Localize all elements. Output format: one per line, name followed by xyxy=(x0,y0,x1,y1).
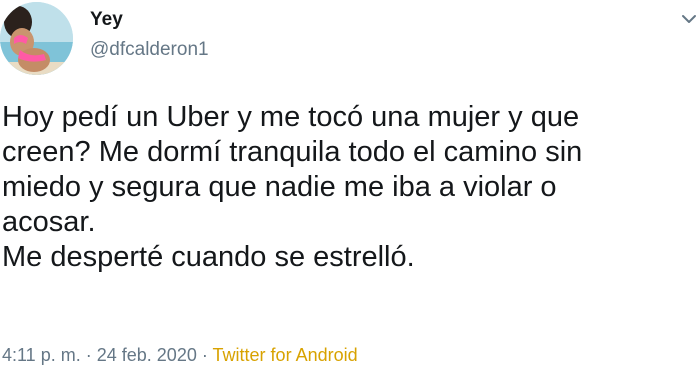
chevron-down-icon[interactable] xyxy=(678,8,700,30)
tweet-text: Hoy pedí un Uber y me tocó una mujer y q… xyxy=(2,100,692,275)
tweet-date[interactable]: 24 feb. 2020 xyxy=(97,345,197,365)
tweet-text-line: Hoy pedí un Uber y me tocó una mujer y q… xyxy=(2,101,580,133)
tweet-text-line: Me desperté cuando se estrelló. xyxy=(2,241,415,273)
user-names: Yey @dfcalderon1 xyxy=(90,8,209,62)
tweet-card: Yey @dfcalderon1 Hoy pedí un Uber y me t… xyxy=(0,0,700,386)
tweet-text-line: creen? Me dormí tranquila todo el camino… xyxy=(2,136,583,168)
profile-photo-icon xyxy=(0,2,73,75)
tweet-text-line: miedo y segura que nadie me iba a violar… xyxy=(2,171,557,203)
tweet-header: Yey @dfcalderon1 xyxy=(0,0,700,80)
avatar[interactable] xyxy=(0,2,73,75)
tweet-text-line: acosar. xyxy=(2,206,96,238)
display-name[interactable]: Yey xyxy=(90,8,209,32)
tweet-meta: 4:11 p. m. · 24 feb. 2020 · Twitter for … xyxy=(2,344,358,366)
separator: · xyxy=(85,345,92,365)
user-handle[interactable]: @dfcalderon1 xyxy=(90,38,209,62)
separator: · xyxy=(201,345,208,365)
tweet-source-link[interactable]: Twitter for Android xyxy=(213,345,358,365)
tweet-time[interactable]: 4:11 p. m. xyxy=(2,345,81,365)
